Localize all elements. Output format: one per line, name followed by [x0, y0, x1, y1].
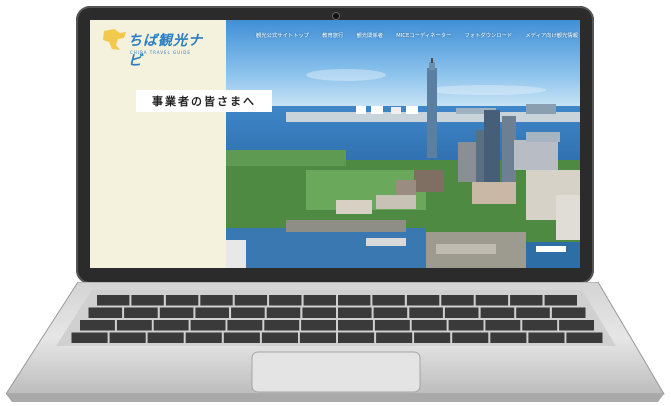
- hero-banner: 事業者の皆さまへ: [136, 90, 272, 112]
- keyboard-key[interactable]: [452, 332, 489, 344]
- keyboard-key[interactable]: [80, 320, 115, 331]
- keyboard-key[interactable]: [544, 295, 577, 306]
- chiba-map-icon: [103, 29, 126, 50]
- keyboard-key[interactable]: [406, 295, 440, 306]
- keyboard-key[interactable]: [414, 332, 451, 344]
- nav-item-photo-download[interactable]: フォトダウンロード: [465, 31, 513, 39]
- keyboard-key[interactable]: [338, 332, 375, 344]
- keyboard-key[interactable]: [159, 307, 194, 319]
- keyboard-key[interactable]: [376, 332, 413, 344]
- keyboard-key[interactable]: [195, 307, 229, 319]
- keyboard-key[interactable]: [266, 307, 301, 319]
- keyboard-key[interactable]: [522, 320, 558, 331]
- keyboard-key[interactable]: [373, 307, 408, 319]
- keyboard-key[interactable]: [302, 307, 336, 319]
- keyboard-key[interactable]: [303, 295, 336, 306]
- keyboard-key[interactable]: [223, 332, 260, 344]
- keyboard-key[interactable]: [475, 295, 509, 306]
- nav-item-school-trip[interactable]: 教育旅行: [322, 31, 343, 39]
- keyboard-key[interactable]: [338, 307, 372, 319]
- keyboard-key[interactable]: [409, 307, 443, 319]
- keyboard-key[interactable]: [231, 307, 265, 319]
- trackpad[interactable]: [251, 351, 421, 393]
- keyboard-key[interactable]: [559, 320, 594, 331]
- keyboard-key[interactable]: [165, 295, 199, 306]
- keyboard-key[interactable]: [147, 332, 184, 344]
- keyboard-key[interactable]: [551, 307, 586, 319]
- keyboard-key[interactable]: [227, 320, 263, 331]
- keyboard-key[interactable]: [71, 332, 108, 344]
- keyboard-key[interactable]: [441, 295, 474, 306]
- keyboard-key[interactable]: [234, 295, 268, 306]
- keyboard-key[interactable]: [261, 332, 298, 344]
- keyboard-key[interactable]: [116, 320, 152, 331]
- keyboard-key[interactable]: [411, 320, 447, 331]
- hero-heading: 事業者の皆さまへ: [152, 95, 256, 108]
- keyboard-key[interactable]: [301, 320, 336, 331]
- nav-item-media[interactable]: メディア向け観光情報: [525, 31, 578, 39]
- keyboard-key[interactable]: [444, 307, 479, 319]
- keyboard-key[interactable]: [566, 332, 603, 344]
- keyboard-key[interactable]: [485, 320, 521, 331]
- keyboard-key[interactable]: [338, 320, 373, 331]
- laptop-screen: ちば観光ナビ CHIBA TRAVEL GUIDE 観光公式サイトトップ 教育旅…: [90, 20, 580, 268]
- keyboard-key[interactable]: [269, 295, 302, 306]
- keyboard-key[interactable]: [338, 295, 371, 306]
- keyboard-key[interactable]: [190, 320, 226, 331]
- keyboard-key[interactable]: [153, 320, 189, 331]
- hero-image: [226, 20, 580, 268]
- logo-subtitle: CHIBA TRAVEL GUIDE: [130, 50, 191, 55]
- keyboard-key[interactable]: [109, 332, 146, 344]
- nav-item-mice[interactable]: MICEコーディネーター: [396, 31, 451, 39]
- nav-item-official-top[interactable]: 観光公式サイトトップ: [256, 31, 309, 39]
- keyboard-key[interactable]: [480, 307, 515, 319]
- keyboard-key[interactable]: [528, 332, 565, 344]
- keyboard-key[interactable]: [510, 295, 543, 306]
- site-logo[interactable]: ちば観光ナビ CHIBA TRAVEL GUIDE: [100, 26, 210, 69]
- keyboard-key[interactable]: [131, 295, 164, 306]
- keyboard-key[interactable]: [185, 332, 222, 344]
- keyboard-key[interactable]: [516, 307, 550, 319]
- webcam-icon: [332, 12, 340, 20]
- keyboard-key[interactable]: [88, 307, 123, 319]
- keyboard-key[interactable]: [124, 307, 158, 319]
- laptop-base: [6, 282, 665, 402]
- main-nav: 観光公式サイトトップ 教育旅行 観光関係者 MICEコーディネーター フォトダウ…: [256, 29, 578, 41]
- keyboard-key[interactable]: [374, 320, 410, 331]
- keyboard-key[interactable]: [299, 332, 336, 344]
- keyboard-key[interactable]: [372, 295, 405, 306]
- keyboard-key[interactable]: [97, 295, 130, 306]
- keyboard-key[interactable]: [264, 320, 300, 331]
- keyboard-key[interactable]: [490, 332, 527, 344]
- keyboard-key[interactable]: [200, 295, 233, 306]
- nav-item-tourism-business[interactable]: 観光関係者: [357, 31, 384, 39]
- keyboard-key[interactable]: [448, 320, 484, 331]
